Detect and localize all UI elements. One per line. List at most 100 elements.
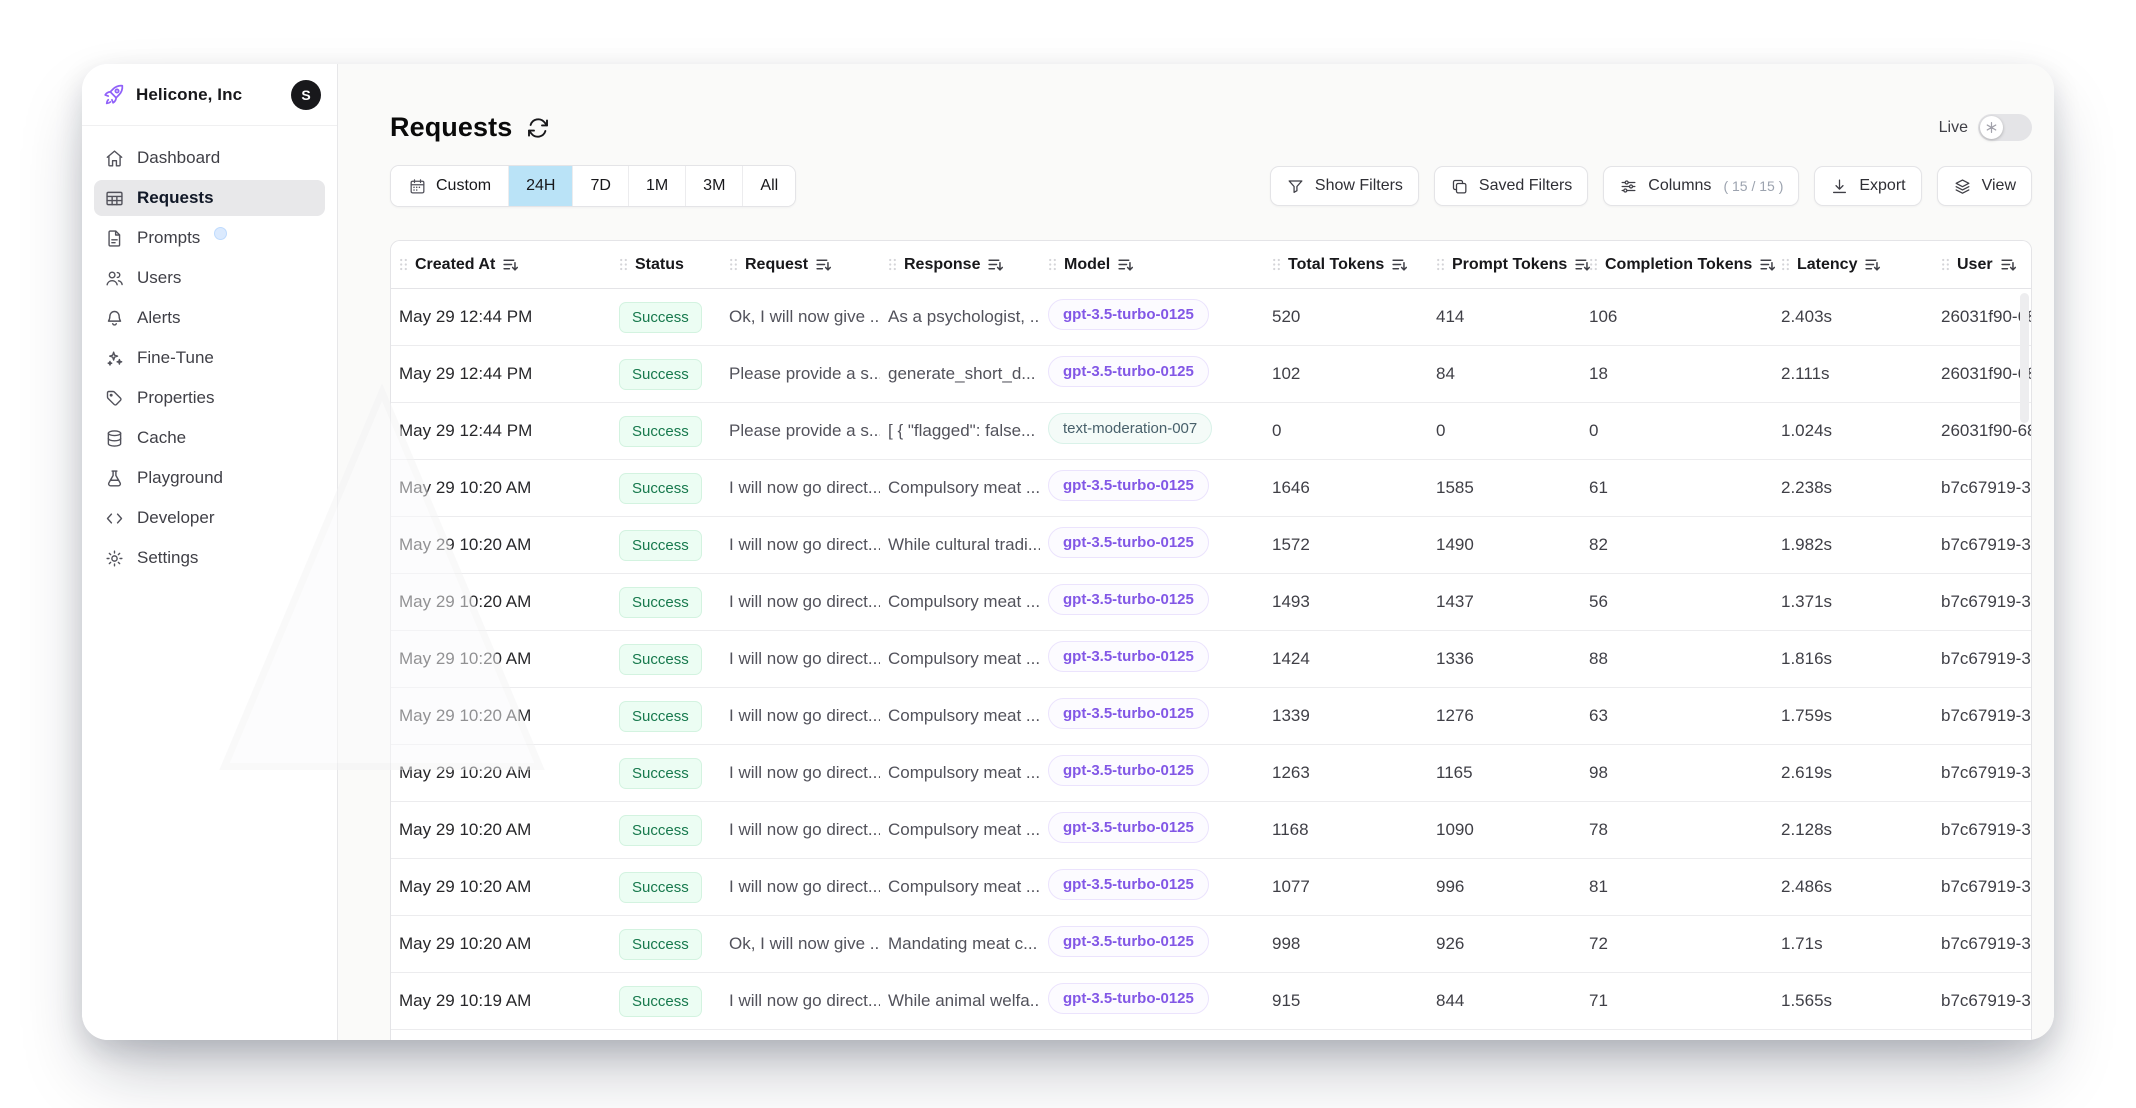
cell-completion-tokens: 18 xyxy=(1581,364,1773,384)
sidebar-item-settings[interactable]: Settings xyxy=(94,540,325,576)
vertical-scrollbar[interactable] xyxy=(2020,293,2029,423)
cell-completion-tokens: 72 xyxy=(1581,934,1773,954)
column-header-response[interactable]: Response xyxy=(880,256,1040,274)
cell-response: Compulsory meat ... xyxy=(880,706,1040,726)
cell-prompt-tokens: 926 xyxy=(1428,934,1581,954)
table-row[interactable]: May 29 10:20 AM Success I will now go di… xyxy=(391,574,2031,631)
table-row[interactable]: May 29 12:44 PM Success Please provide a… xyxy=(391,346,2031,403)
drag-handle-icon[interactable] xyxy=(1781,257,1790,272)
table-row[interactable]: May 29 10:20 AM Success I will now go di… xyxy=(391,802,2031,859)
cell-prompt-tokens: 84 xyxy=(1428,364,1581,384)
time-range-label: 24H xyxy=(526,177,555,195)
status-badge: Success xyxy=(619,530,702,561)
cell-latency: 2.238s xyxy=(1773,478,1933,498)
cell-status: Success xyxy=(611,587,721,618)
cell-latency: 1.759s xyxy=(1773,706,1933,726)
cell-status: Success xyxy=(611,929,721,960)
column-header-latency[interactable]: Latency xyxy=(1773,256,1933,274)
cell-model: gpt-3.5-turbo-0125 xyxy=(1040,470,1264,506)
status-badge: Success xyxy=(619,701,702,732)
cell-created-at: May 29 10:19 AM xyxy=(391,991,611,1011)
drag-handle-icon[interactable] xyxy=(1436,257,1445,272)
table-row[interactable]: May 29 10:20 AM Success I will now go di… xyxy=(391,517,2031,574)
sidebar-item-playground[interactable]: Playground xyxy=(94,460,325,496)
cell-completion-tokens: 56 xyxy=(1581,592,1773,612)
cell-prompt-tokens: 1090 xyxy=(1428,820,1581,840)
refresh-icon[interactable] xyxy=(526,116,550,140)
table-row[interactable]: May 29 10:20 AM Success I will now go di… xyxy=(391,460,2031,517)
sort-icon[interactable] xyxy=(2000,256,2017,273)
time-range-24h[interactable]: 24H xyxy=(508,166,572,206)
drag-handle-icon[interactable] xyxy=(1272,257,1281,272)
table-row[interactable]: May 29 12:44 PM Success Please provide a… xyxy=(391,403,2031,460)
columns-button[interactable]: Columns( 15 / 15 ) xyxy=(1603,166,1799,206)
sidebar-item-requests[interactable]: Requests xyxy=(94,180,325,216)
sidebar-item-prompts[interactable]: Prompts xyxy=(94,220,325,256)
sidebar-item-developer[interactable]: Developer xyxy=(94,500,325,536)
cell-total-tokens: 1493 xyxy=(1264,592,1428,612)
org-name: Helicone, Inc xyxy=(136,85,291,105)
export-button[interactable]: Export xyxy=(1814,166,1921,206)
sort-icon[interactable] xyxy=(987,256,1004,273)
drag-handle-icon[interactable] xyxy=(399,257,408,272)
sort-icon[interactable] xyxy=(1391,256,1408,273)
cell-total-tokens: 915 xyxy=(1264,991,1428,1011)
sort-icon[interactable] xyxy=(502,256,519,273)
column-header-completion-tokens[interactable]: Completion Tokens xyxy=(1581,256,1773,274)
drag-handle-icon[interactable] xyxy=(1941,257,1950,272)
column-header-total-tokens[interactable]: Total Tokens xyxy=(1264,256,1428,274)
time-range-all[interactable]: All xyxy=(742,166,795,206)
cell-model: gpt-3.5-turbo-0125 xyxy=(1040,812,1264,848)
user-avatar[interactable]: S xyxy=(291,80,321,110)
sidebar-item-dashboard[interactable]: Dashboard xyxy=(94,140,325,176)
model-badge: gpt-3.5-turbo-0125 xyxy=(1048,698,1209,729)
sidebar-item-cache[interactable]: Cache xyxy=(94,420,325,456)
cell-user: b7c67919-35 xyxy=(1933,763,2031,783)
cell-total-tokens: 102 xyxy=(1264,364,1428,384)
column-header-prompt-tokens[interactable]: Prompt Tokens xyxy=(1428,256,1581,274)
sidebar-item-users[interactable]: Users xyxy=(94,260,325,296)
table-row[interactable]: May 29 10:20 AM Success I will now go di… xyxy=(391,859,2031,916)
sidebar-item-alerts[interactable]: Alerts xyxy=(94,300,325,336)
live-toggle[interactable] xyxy=(1978,114,2032,141)
table-header-row: Created At Status Request Response Model… xyxy=(391,241,2031,289)
column-header-request[interactable]: Request xyxy=(721,256,880,274)
cell-user: b7c67919-35 xyxy=(1933,535,2031,555)
show-filters-button[interactable]: Show Filters xyxy=(1270,166,1419,206)
time-range-7d[interactable]: 7D xyxy=(572,166,627,206)
cell-total-tokens: 1424 xyxy=(1264,649,1428,669)
drag-handle-icon[interactable] xyxy=(1048,257,1057,272)
sidebar-header: Helicone, Inc S xyxy=(82,64,337,126)
saved-filters-button[interactable]: Saved Filters xyxy=(1434,166,1588,206)
table-row[interactable]: May 29 12:44 PM Success Ok, I will now g… xyxy=(391,289,2031,346)
funnel-icon xyxy=(1286,177,1305,196)
view-button[interactable]: View xyxy=(1937,166,2032,206)
status-badge: Success xyxy=(619,815,702,846)
column-header-model[interactable]: Model xyxy=(1040,256,1264,274)
users-icon xyxy=(104,268,125,289)
cell-response: While animal welfa... xyxy=(880,991,1040,1011)
table-row[interactable]: May 29 10:20 AM Success I will now go di… xyxy=(391,631,2031,688)
time-range-1m[interactable]: 1M xyxy=(628,166,685,206)
column-header-status[interactable]: Status xyxy=(611,256,721,274)
column-header-created-at[interactable]: Created At xyxy=(391,256,611,274)
time-range-custom[interactable]: Custom xyxy=(391,166,508,206)
drag-handle-icon[interactable] xyxy=(1589,257,1598,272)
column-header-user[interactable]: User xyxy=(1933,256,2031,274)
drag-handle-icon[interactable] xyxy=(729,257,738,272)
sort-icon[interactable] xyxy=(1117,256,1134,273)
calendar-icon xyxy=(408,177,427,196)
sort-icon[interactable] xyxy=(815,256,832,273)
sort-icon[interactable] xyxy=(1864,256,1881,273)
sidebar-item-properties[interactable]: Properties xyxy=(94,380,325,416)
drag-handle-icon[interactable] xyxy=(619,257,628,272)
drag-handle-icon[interactable] xyxy=(888,257,897,272)
table-row[interactable]: May 29 10:19 AM Success I will now go di… xyxy=(391,973,2031,1030)
cell-prompt-tokens: 1276 xyxy=(1428,706,1581,726)
table-row[interactable]: May 29 10:20 AM Success Ok, I will now g… xyxy=(391,916,2031,973)
model-badge: gpt-3.5-turbo-0125 xyxy=(1048,527,1209,558)
table-row[interactable]: May 29 10:20 AM Success I will now go di… xyxy=(391,688,2031,745)
sidebar-item-fine-tune[interactable]: Fine-Tune xyxy=(94,340,325,376)
time-range-3m[interactable]: 3M xyxy=(685,166,742,206)
table-row[interactable]: May 29 10:20 AM Success I will now go di… xyxy=(391,745,2031,802)
